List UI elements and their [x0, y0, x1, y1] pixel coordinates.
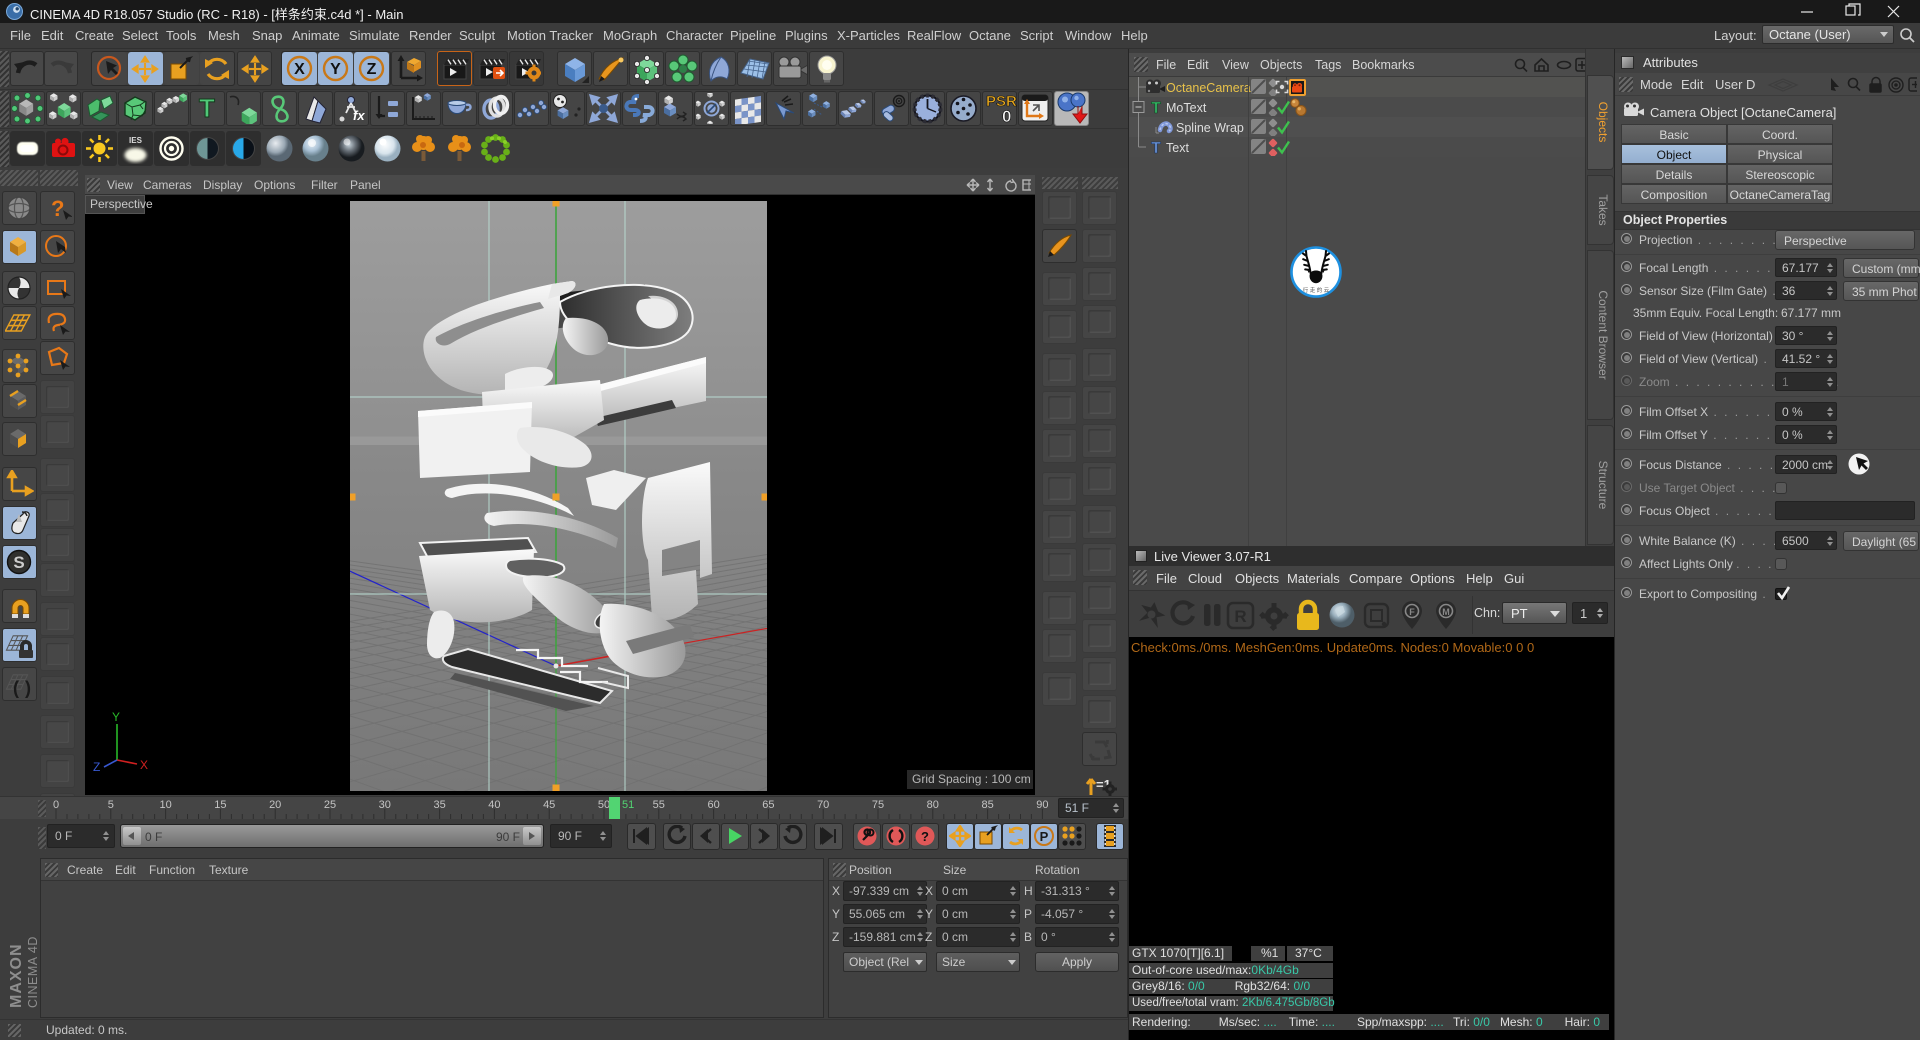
svg-text:10: 10 [159, 799, 171, 811]
svg-text:Z: Z [93, 760, 100, 774]
svg-text:T: T [1151, 140, 1161, 156]
svg-text:(: ( [13, 678, 19, 698]
svg-text:S: S [13, 553, 24, 572]
svg-text:X: X [140, 758, 148, 772]
svg-text:?: ? [51, 196, 64, 221]
svg-text:90: 90 [1036, 799, 1048, 811]
svg-text:P: P [1040, 829, 1049, 844]
svg-text:T: T [1151, 100, 1161, 116]
svg-text:35: 35 [433, 799, 445, 811]
svg-text:Y: Y [330, 61, 341, 78]
svg-text:85: 85 [981, 799, 993, 811]
svg-text:M: M [1442, 607, 1450, 617]
svg-text:0: 0 [53, 799, 59, 811]
svg-text:5: 5 [108, 799, 114, 811]
svg-text:IES: IES [129, 136, 143, 145]
svg-text:?: ? [921, 829, 929, 844]
svg-text:Y: Y [112, 710, 120, 724]
svg-text:55: 55 [653, 799, 665, 811]
svg-text:X: X [294, 61, 305, 78]
svg-text:20: 20 [269, 799, 281, 811]
svg-text:30: 30 [379, 799, 391, 811]
svg-text:25: 25 [324, 799, 336, 811]
svg-text:65: 65 [762, 799, 774, 811]
svg-text:fx: fx [353, 108, 365, 123]
svg-text:45: 45 [543, 799, 555, 811]
svg-text:): ) [25, 678, 31, 698]
svg-text:Z: Z [367, 61, 377, 78]
svg-text:行 走 的 云: 行 走 的 云 [1303, 286, 1330, 294]
svg-text:T: T [199, 93, 215, 123]
svg-text:60: 60 [707, 799, 719, 811]
svg-text:80: 80 [927, 799, 939, 811]
svg-text:15: 15 [214, 799, 226, 811]
svg-text:40: 40 [488, 799, 500, 811]
svg-text:50: 50 [598, 799, 610, 811]
svg-text:F: F [1409, 607, 1415, 617]
svg-text:70: 70 [817, 799, 829, 811]
svg-text:51: 51 [622, 799, 634, 811]
svg-text:R: R [1234, 607, 1246, 626]
svg-text:0: 0 [1002, 107, 1011, 126]
svg-text:75: 75 [872, 799, 884, 811]
